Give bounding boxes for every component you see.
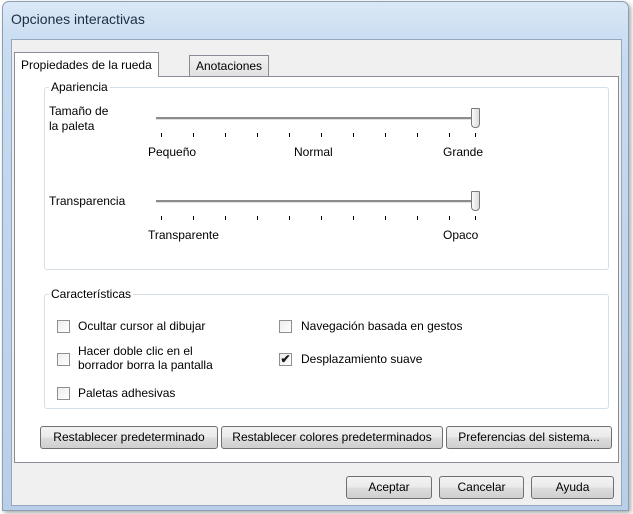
tab-panel: Apariencia Tamaño de la paleta Pequeño N…	[14, 76, 619, 463]
dialog-client-area: Propiedades de la rueda Anotaciones Apar…	[11, 39, 622, 506]
palette-size-mark-small: Pequeño	[148, 145, 197, 159]
transparency-tick	[289, 216, 290, 220]
window-title: Opciones interactivas	[11, 11, 145, 27]
palette-size-tick	[193, 133, 194, 137]
transparency-label: Transparencia	[49, 194, 126, 208]
palette-size-tick	[475, 133, 476, 137]
hide-cursor-checkbox[interactable]	[57, 320, 70, 333]
palette-size-tick	[417, 133, 418, 137]
ok-button[interactable]: Aceptar	[346, 476, 432, 499]
smooth-scroll-checkbox[interactable]: ✔	[279, 353, 292, 366]
palette-size-tick	[257, 133, 258, 137]
reset-colors-button[interactable]: Restablecer colores predeterminados	[221, 426, 443, 449]
double-click-label[interactable]: Hacer doble clic en el borrador borra la…	[78, 344, 213, 372]
double-click-label-line1: Hacer doble clic en el	[78, 344, 193, 358]
hide-cursor-label[interactable]: Ocultar cursor al dibujar	[78, 319, 205, 333]
appearance-group: Apariencia Tamaño de la paleta Pequeño N…	[44, 80, 609, 270]
transparency-tick	[385, 216, 386, 220]
features-group: Características Ocultar cursor al dibuja…	[44, 287, 609, 409]
palette-size-tick	[289, 133, 290, 137]
double-click-checkbox[interactable]	[57, 353, 70, 366]
gesture-navigation-label[interactable]: Navegación basada en gestos	[301, 319, 462, 333]
palette-size-label: Tamaño de la paleta	[49, 104, 108, 134]
palette-size-tick	[449, 133, 450, 137]
transparency-slider-thumb[interactable]	[471, 191, 480, 211]
help-button[interactable]: Ayuda	[531, 476, 614, 499]
palette-size-label-line1: Tamaño de	[49, 104, 109, 118]
transparency-tick	[353, 216, 354, 220]
reset-default-button[interactable]: Restablecer predeterminado	[40, 426, 218, 449]
transparency-mark-opaque: Opaco	[443, 228, 479, 242]
palette-size-label-line2: la paleta	[49, 119, 95, 133]
sticky-palettes-checkbox[interactable]	[57, 387, 70, 400]
transparency-tick	[257, 216, 258, 220]
dialog-window: Opciones interactivas Propiedades de la …	[2, 1, 629, 511]
transparency-mark-transparent: Transparente	[148, 228, 219, 242]
palette-size-tick	[385, 133, 386, 137]
transparency-tick	[321, 216, 322, 220]
transparency-tick	[475, 216, 476, 220]
transparency-tick	[225, 216, 226, 220]
transparency-tick	[161, 216, 162, 220]
tab-wheel-properties[interactable]: Propiedades de la rueda	[14, 52, 159, 77]
tab-annotations[interactable]: Anotaciones	[189, 55, 270, 76]
transparency-tick	[417, 216, 418, 220]
smooth-scroll-label[interactable]: Desplazamiento suave	[301, 352, 422, 366]
palette-size-slider-thumb[interactable]	[471, 108, 480, 128]
gesture-navigation-checkbox[interactable]	[279, 320, 292, 333]
palette-size-mark-large: Grande	[443, 145, 484, 159]
cancel-button[interactable]: Cancelar	[439, 476, 524, 499]
appearance-legend: Apariencia	[49, 80, 110, 94]
palette-size-slider-track	[156, 117, 476, 120]
sticky-palettes-label[interactable]: Paletas adhesivas	[78, 386, 175, 400]
palette-size-tick	[225, 133, 226, 137]
palette-size-tick	[161, 133, 162, 137]
palette-size-mark-normal: Normal	[294, 145, 333, 159]
palette-size-tick	[353, 133, 354, 137]
system-preferences-button[interactable]: Preferencias del sistema...	[446, 426, 612, 449]
features-legend: Características	[49, 287, 134, 301]
transparency-tick	[449, 216, 450, 220]
palette-size-tick	[321, 133, 322, 137]
double-click-label-line2: borrador borra la pantalla	[78, 358, 213, 372]
transparency-tick	[193, 216, 194, 220]
transparency-slider-track	[156, 200, 476, 203]
